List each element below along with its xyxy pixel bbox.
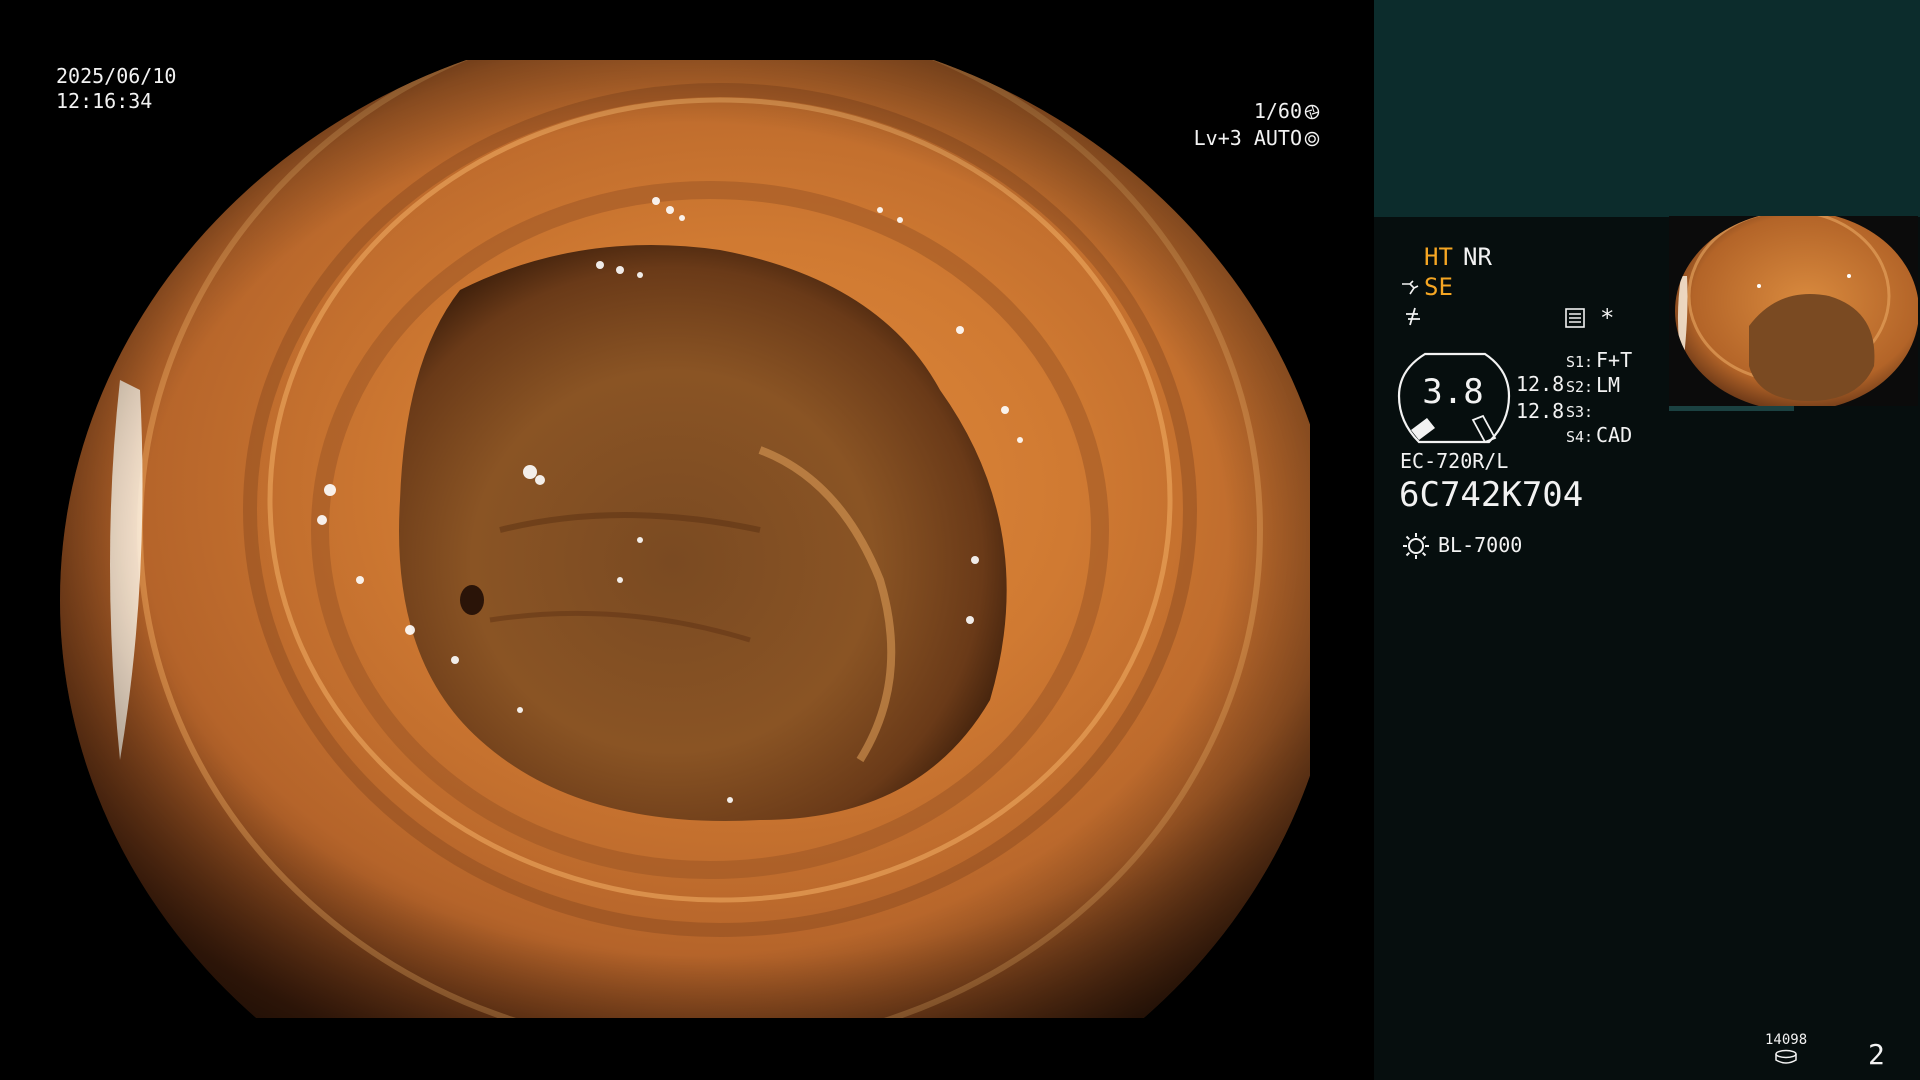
- time-readout: 12:16:34: [56, 89, 153, 113]
- light-source-icon: [1403, 533, 1429, 559]
- thumbnail-image: [1669, 216, 1918, 406]
- nr-indicator: NR: [1463, 243, 1492, 271]
- switch-4-value: CAD: [1596, 423, 1633, 447]
- iris-icon: [1304, 131, 1320, 147]
- se-indicator: SE: [1424, 273, 1453, 301]
- menu-icon: [1565, 308, 1585, 328]
- scope-serial: 6C742K704: [1399, 475, 1584, 515]
- light-source: BL-7000: [1438, 533, 1523, 557]
- page-number: 2: [1868, 1038, 1885, 1071]
- switch-3-label: S3:: [1566, 403, 1594, 421]
- thumbnail-indicator-bar: [1669, 406, 1794, 411]
- enhance-icon: [1406, 307, 1420, 326]
- disk-icon: [1775, 1049, 1797, 1064]
- colon-lumen-image: [60, 60, 1310, 1018]
- aperture-icon: [1304, 104, 1320, 120]
- star-indicator: *: [1600, 304, 1615, 332]
- switch-1-label: S1:: [1566, 353, 1594, 371]
- thumbnail-lumen-image: [1675, 216, 1918, 406]
- image-counter: 14098: [1765, 1032, 1808, 1048]
- panel-header-area: [1374, 0, 1920, 217]
- structure-enhance-icon: [1402, 280, 1419, 295]
- endoscope-view: [60, 60, 1310, 1018]
- iris-readout: Lv+3 AUTO: [1194, 126, 1320, 151]
- gauge-value: 3.8: [1422, 372, 1484, 412]
- scope-model: EC-720R/L: [1400, 449, 1509, 473]
- switch-2-label: S2:: [1566, 378, 1594, 396]
- date-readout: 2025/06/10: [56, 64, 177, 88]
- shutter-readout: 1/60: [1254, 99, 1320, 124]
- switch-1-value: F+T: [1596, 348, 1633, 372]
- gauge-value-1: 12.8: [1516, 372, 1565, 396]
- switch-2-value: LM: [1596, 373, 1621, 397]
- gauge-value-2: 12.8: [1516, 399, 1565, 423]
- ht-indicator: HT: [1424, 243, 1453, 271]
- shutter-value: 1/60: [1253, 99, 1302, 123]
- switch-4-label: S4:: [1566, 428, 1594, 446]
- iris-value: Lv+3 AUTO: [1193, 126, 1302, 150]
- endoscopy-monitor: 2025/06/10 12:16:34 1/60 Lv+3 AUTO HT NR…: [0, 0, 1920, 1080]
